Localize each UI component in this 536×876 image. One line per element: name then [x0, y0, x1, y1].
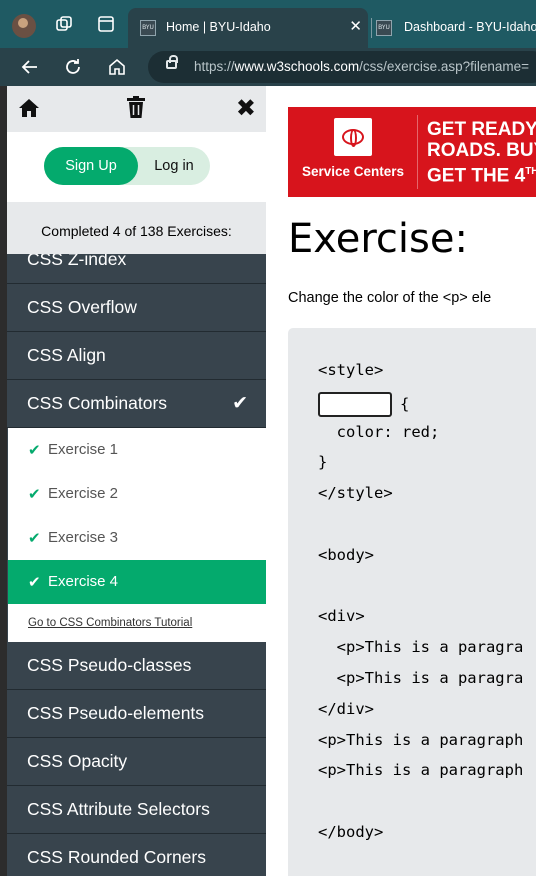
- ad-headline-line-3: GET THE 4TH: [427, 161, 536, 186]
- code-line: {: [318, 391, 523, 423]
- tab-home-byu-idaho[interactable]: BYU Home | BYU-Idaho ✕: [128, 8, 368, 48]
- checkmark-icon: ✔: [28, 485, 41, 503]
- left-window-edge: [0, 86, 7, 876]
- exercise-item-4[interactable]: ✔ Exercise 4: [8, 560, 266, 604]
- browser-tab-bar: BYU Home | BYU-Idaho ✕ BYU Dashboard - B…: [0, 0, 536, 48]
- code-line: </body>: [318, 822, 384, 841]
- log-in-button[interactable]: Log in: [138, 147, 210, 185]
- close-tab-icon[interactable]: ✕: [349, 17, 362, 35]
- home-icon[interactable]: [17, 96, 41, 120]
- progress-panel: Completed 4 of 138 Exercises:: [7, 202, 266, 254]
- topic-css-attribute-selectors[interactable]: CSS Attribute Selectors: [7, 786, 266, 834]
- ad-divider: [417, 115, 418, 189]
- exercise-topic-list: CSS Z-index CSS Overflow CSS Align CSS C…: [7, 236, 266, 876]
- tab-actions-icon[interactable]: [94, 12, 118, 36]
- url-host: www.w3schools.com: [234, 59, 360, 74]
- code-line: color: red;: [318, 422, 440, 441]
- main-content: Service Centers GET READY ROADS. BUY GET…: [266, 86, 536, 876]
- exercise-item-2[interactable]: ✔ Exercise 2: [8, 472, 266, 516]
- exercise-item-1[interactable]: ✔ Exercise 1: [8, 428, 266, 472]
- ad-headline: GET READY ROADS. BUY GET THE 4TH: [427, 119, 536, 186]
- topic-css-align[interactable]: CSS Align: [7, 332, 266, 380]
- code-line: <p>This is a paragra: [318, 668, 524, 687]
- code-line: <p>This is a paragra: [318, 638, 524, 657]
- code-line: }: [318, 453, 328, 472]
- ad-brand-label: Service Centers: [302, 164, 405, 179]
- tutorial-link[interactable]: Go to CSS Combinators Tutorial: [8, 604, 266, 642]
- auth-panel: Sign Up Log in: [7, 132, 266, 202]
- trash-icon[interactable]: [125, 95, 147, 119]
- exercise-sublist: ✔ Exercise 1 ✔ Exercise 2 ✔ Exercise 3 ✔ Exe…: [7, 428, 266, 642]
- home-icon[interactable]: [104, 54, 130, 80]
- ad-headline-text: GET THE 4: [427, 165, 526, 187]
- ad-headline-line: GET READY: [427, 119, 536, 140]
- topic-css-rounded-corners[interactable]: CSS Rounded Corners: [7, 834, 266, 876]
- exercise-label: Exercise 3: [48, 529, 119, 546]
- profile-avatar[interactable]: [12, 14, 36, 38]
- topic-css-opacity[interactable]: CSS Opacity: [7, 738, 266, 786]
- code-line: <div>: [318, 607, 365, 626]
- code-line: <p>This is a paragraph: [318, 730, 524, 749]
- exercise-description: Change the color of the <p> ele: [288, 290, 492, 306]
- byu-favicon-icon: BYU: [140, 20, 156, 36]
- ad-headline-line: ROADS. BUY: [427, 140, 536, 161]
- url-prefix: https://: [194, 59, 235, 74]
- code-line: <body>: [318, 545, 374, 564]
- tab-title: Home | BYU-Idaho: [166, 20, 271, 34]
- byu-favicon-icon: BYU: [376, 20, 392, 36]
- code-line: </div>: [318, 699, 374, 718]
- address-toolbar: https://www.w3schools.com/css/exercise.a…: [0, 48, 536, 86]
- url-text: https://www.w3schools.com/css/exercise.a…: [194, 59, 529, 74]
- checkmark-icon: ✔: [28, 529, 41, 547]
- topic-css-pseudo-classes[interactable]: CSS Pseudo-classes: [7, 642, 266, 690]
- code-text: {: [400, 394, 410, 413]
- progress-text: Completed 4 of 138 Exercises:: [41, 223, 232, 239]
- exercise-label: Exercise 2: [48, 485, 119, 502]
- checkmark-icon: ✔: [232, 392, 248, 414]
- exercise-item-3[interactable]: ✔ Exercise 3: [8, 516, 266, 560]
- code-block: <style> { color: red;} </style> <body> <div>…: [318, 361, 523, 854]
- ad-headline-sup: TH: [525, 166, 536, 177]
- advertisement-banner[interactable]: Service Centers GET READY ROADS. BUY GET…: [288, 107, 536, 197]
- checkmark-icon: ✔: [28, 441, 41, 459]
- code-line: </style>: [318, 484, 393, 503]
- sign-up-button[interactable]: Sign Up: [44, 147, 138, 185]
- auth-toggle: Sign Up Log in: [44, 147, 210, 185]
- answer-input[interactable]: [318, 391, 392, 417]
- code-line: <style>: [318, 361, 384, 379]
- checkmark-icon: ✔: [28, 573, 41, 591]
- workspaces-icon[interactable]: [52, 12, 76, 36]
- lock-icon[interactable]: [166, 55, 178, 69]
- refresh-icon[interactable]: [60, 54, 86, 80]
- sidebar-toolbar: ✖: [7, 86, 266, 132]
- topic-label: CSS Combinators: [27, 393, 168, 413]
- code-line: <p>This is a paragraph: [318, 761, 524, 780]
- topic-css-pseudo-elements[interactable]: CSS Pseudo-elements: [7, 690, 266, 738]
- topic-css-overflow[interactable]: CSS Overflow: [7, 284, 266, 332]
- code-editor: <style> { color: red;} </style> <body> <div>…: [288, 328, 536, 876]
- page-title: Exercise:: [288, 216, 468, 262]
- back-arrow-icon[interactable]: [17, 54, 43, 80]
- topic-css-combinators[interactable]: CSS Combinators ✔: [7, 380, 266, 428]
- tab-title: Dashboard - BYU-Idaho: [404, 20, 536, 34]
- exercise-sidebar: CSS Z-index CSS Overflow CSS Align CSS C…: [7, 86, 266, 876]
- close-icon[interactable]: ✖: [236, 94, 256, 122]
- url-field[interactable]: https://www.w3schools.com/css/exercise.a…: [148, 51, 536, 83]
- tab-dashboard-byu-idaho[interactable]: BYU Dashboard - BYU-Idaho: [372, 8, 536, 48]
- exercise-label: Exercise 4: [48, 573, 119, 590]
- url-path: /css/exercise.asp?filename=: [359, 59, 530, 74]
- toyota-logo-icon: [334, 118, 372, 156]
- exercise-label: Exercise 1: [48, 441, 119, 458]
